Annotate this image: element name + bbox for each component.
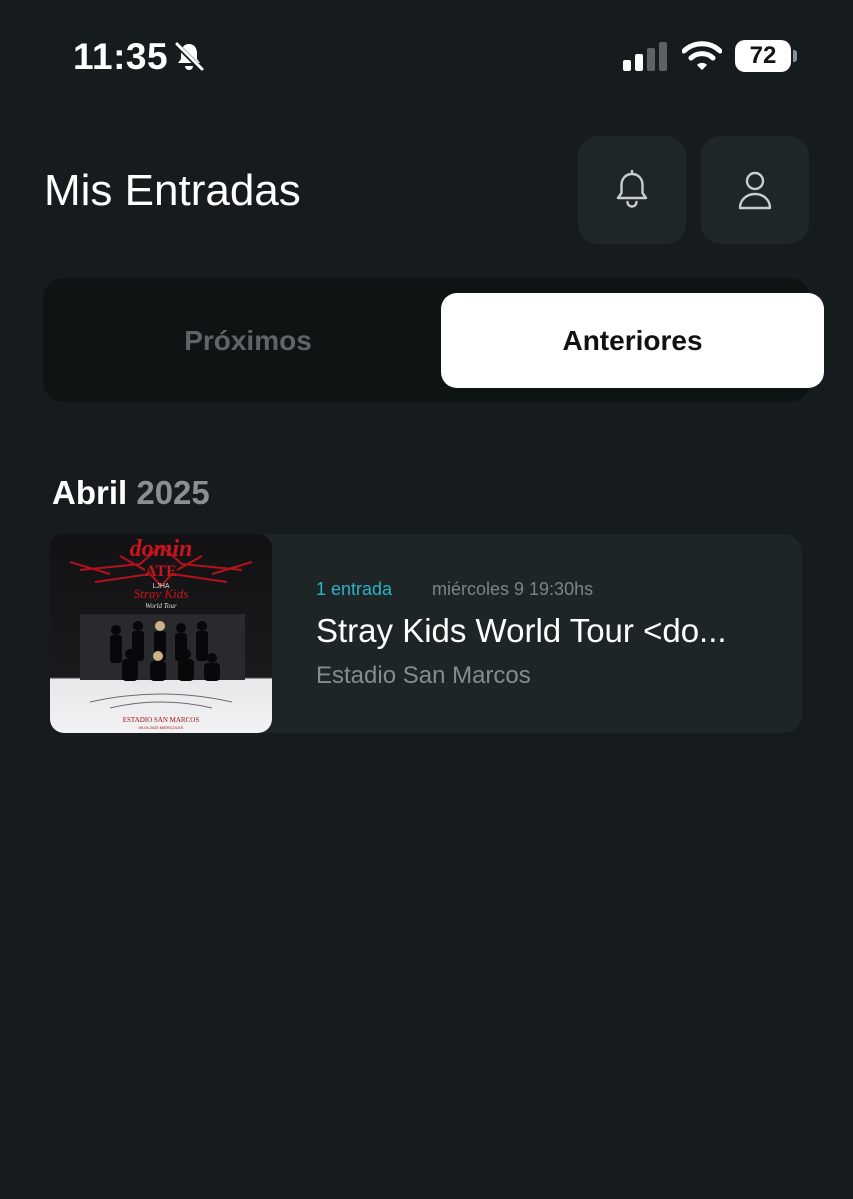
event-date: miércoles 9 19:30hs — [432, 579, 594, 599]
battery-indicator: 72 — [735, 40, 791, 72]
poster-date-caption: 09.04.2025 MIÉRCOLES — [139, 725, 184, 730]
bell-icon — [616, 170, 648, 208]
poster-top-text: domin — [130, 536, 193, 562]
tab-past[interactable]: Anteriores — [441, 293, 824, 388]
poster-artist: Stray Kids — [134, 586, 189, 601]
event-title: Stray Kids World Tour <do... — [316, 612, 727, 649]
battery-tip — [793, 50, 797, 62]
month-name: Abril — [52, 474, 128, 511]
poster-venue-caption: ESTADIO SAN MARCOS — [123, 716, 200, 724]
event-venue: Estadio San Marcos — [316, 662, 531, 689]
month-heading: Abril 2025 — [52, 474, 210, 512]
event-poster: domin ATE LJHA Stray Kids World Tour EST… — [50, 534, 272, 733]
screen: 11:35 72 Mis Entradas Próximos Anteriore… — [0, 0, 853, 1199]
cellular-signal-icon — [623, 42, 667, 71]
tab-upcoming[interactable]: Próximos — [58, 293, 438, 388]
poster-sub-text: ATE — [145, 563, 177, 580]
poster-group-photo — [80, 614, 245, 681]
page-title: Mis Entradas — [44, 166, 301, 215]
profile-button[interactable] — [701, 136, 809, 244]
notifications-button[interactable] — [578, 136, 686, 244]
user-icon — [738, 171, 772, 210]
wifi-icon — [682, 41, 722, 70]
status-time: 11:35 — [73, 36, 169, 77]
month-year: 2025 — [136, 474, 210, 511]
ticket-count: 1 entrada — [316, 579, 393, 599]
bell-slash-icon — [174, 42, 204, 72]
poster-tour: World Tour — [145, 602, 177, 610]
